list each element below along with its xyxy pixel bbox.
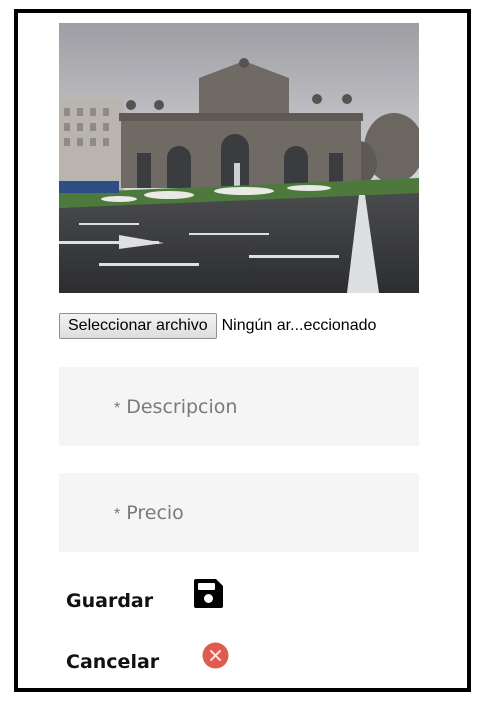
floppy-disk-icon[interactable]	[194, 579, 223, 608]
preview-image	[59, 23, 419, 293]
choose-file-button[interactable]: Seleccionar archivo	[59, 313, 217, 339]
description-input[interactable]	[126, 395, 357, 418]
close-circle-icon[interactable]	[202, 642, 229, 669]
required-asterisk: *	[114, 505, 121, 523]
price-input[interactable]	[126, 501, 357, 524]
required-asterisk: *	[114, 399, 121, 417]
file-status-text: Ningún ar...eccionado	[221, 317, 377, 334]
save-button[interactable]: Guardar	[66, 590, 153, 612]
cancel-button[interactable]: Cancelar	[66, 651, 159, 673]
price-field: *	[59, 473, 419, 552]
description-field: *	[59, 367, 419, 446]
file-upload: Seleccionar archivo Ningún ar...eccionad…	[59, 313, 376, 339]
